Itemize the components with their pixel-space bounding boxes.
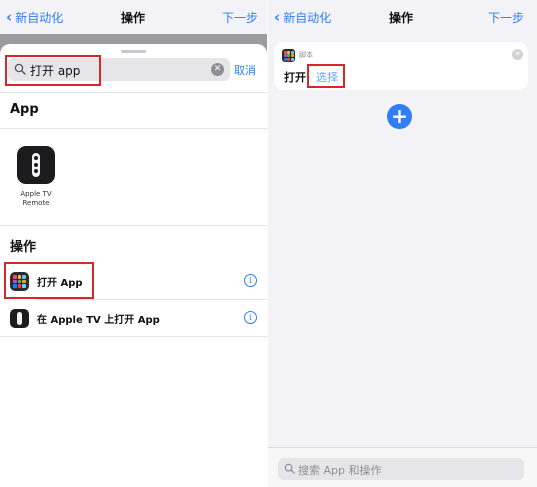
remote-shape [32,153,40,177]
clear-icon[interactable]: ✕ [211,63,224,76]
app-result-name: Apple TV Remote [6,190,66,208]
nav-title: 操作 [389,11,414,25]
nav-bar: ‹ 新自动化 操作 下一步 [268,0,537,34]
back-label: 新自动化 [283,11,332,25]
divider [0,128,267,129]
chevron-left-icon: ‹ [274,8,281,26]
nav-bar: ‹ 新自动化 操作 下一步 [0,0,267,34]
close-icon[interactable]: ✕ [512,49,523,60]
action-row-open-app-on-apple-tv[interactable]: 在 Apple TV 上打开 App i [0,300,267,336]
bottom-search-bar: 搜索 App 和操作 [268,447,537,487]
cancel-button[interactable]: 取消 [234,62,256,78]
search-placeholder: 搜索 App 和操作 [298,464,382,477]
add-action-button[interactable]: + [387,104,412,129]
left-screen: ‹ 新自动化 操作 下一步 打开 app ✕ 取消 App Apple TV R… [0,0,267,487]
apple-tv-remote-icon [10,309,29,328]
nav-title: 操作 [121,11,146,25]
remote-button [34,169,38,173]
back-button[interactable]: ‹ 新自动化 [274,9,331,26]
apple-tv-remote-icon[interactable] [17,146,55,184]
divider [0,336,267,337]
sheet-grabber[interactable] [121,50,146,53]
shortcuts-app-grid-icon [282,49,295,62]
right-screen: ‹ 新自动化 操作 下一步 脚本 ✕ 打开 选择 + 搜索 App 和操作 [268,0,537,487]
action-picker-sheet: 打开 app ✕ 取消 App Apple TV Remote 操作 打开 Ap… [0,44,267,487]
next-button[interactable]: 下一步 [488,9,524,26]
back-button[interactable]: ‹ 新自动化 [6,9,63,26]
section-title-actions: 操作 [10,240,37,255]
next-button[interactable]: 下一步 [222,9,258,26]
card-app-name: 脚本 [299,51,313,59]
divider [0,92,267,93]
chevron-left-icon: ‹ [6,8,13,26]
info-icon[interactable]: i [244,274,257,287]
app-name-line1: Apple TV [20,190,52,198]
search-field[interactable]: 搜索 App 和操作 [278,458,524,480]
divider [0,225,267,226]
highlight-box-choose [307,64,345,88]
app-name-line2: Remote [22,199,50,207]
remote-button [34,156,38,160]
card-verb: 打开 [284,71,306,84]
highlight-box-search [5,55,101,86]
search-icon [284,463,295,474]
back-label: 新自动化 [15,11,64,25]
remote-button [34,163,38,167]
section-title-app: App [10,102,39,117]
highlight-box-open-app [4,262,94,299]
action-label: 在 Apple TV 上打开 App [37,315,160,326]
remote-shape [17,312,22,325]
info-icon[interactable]: i [244,311,257,324]
